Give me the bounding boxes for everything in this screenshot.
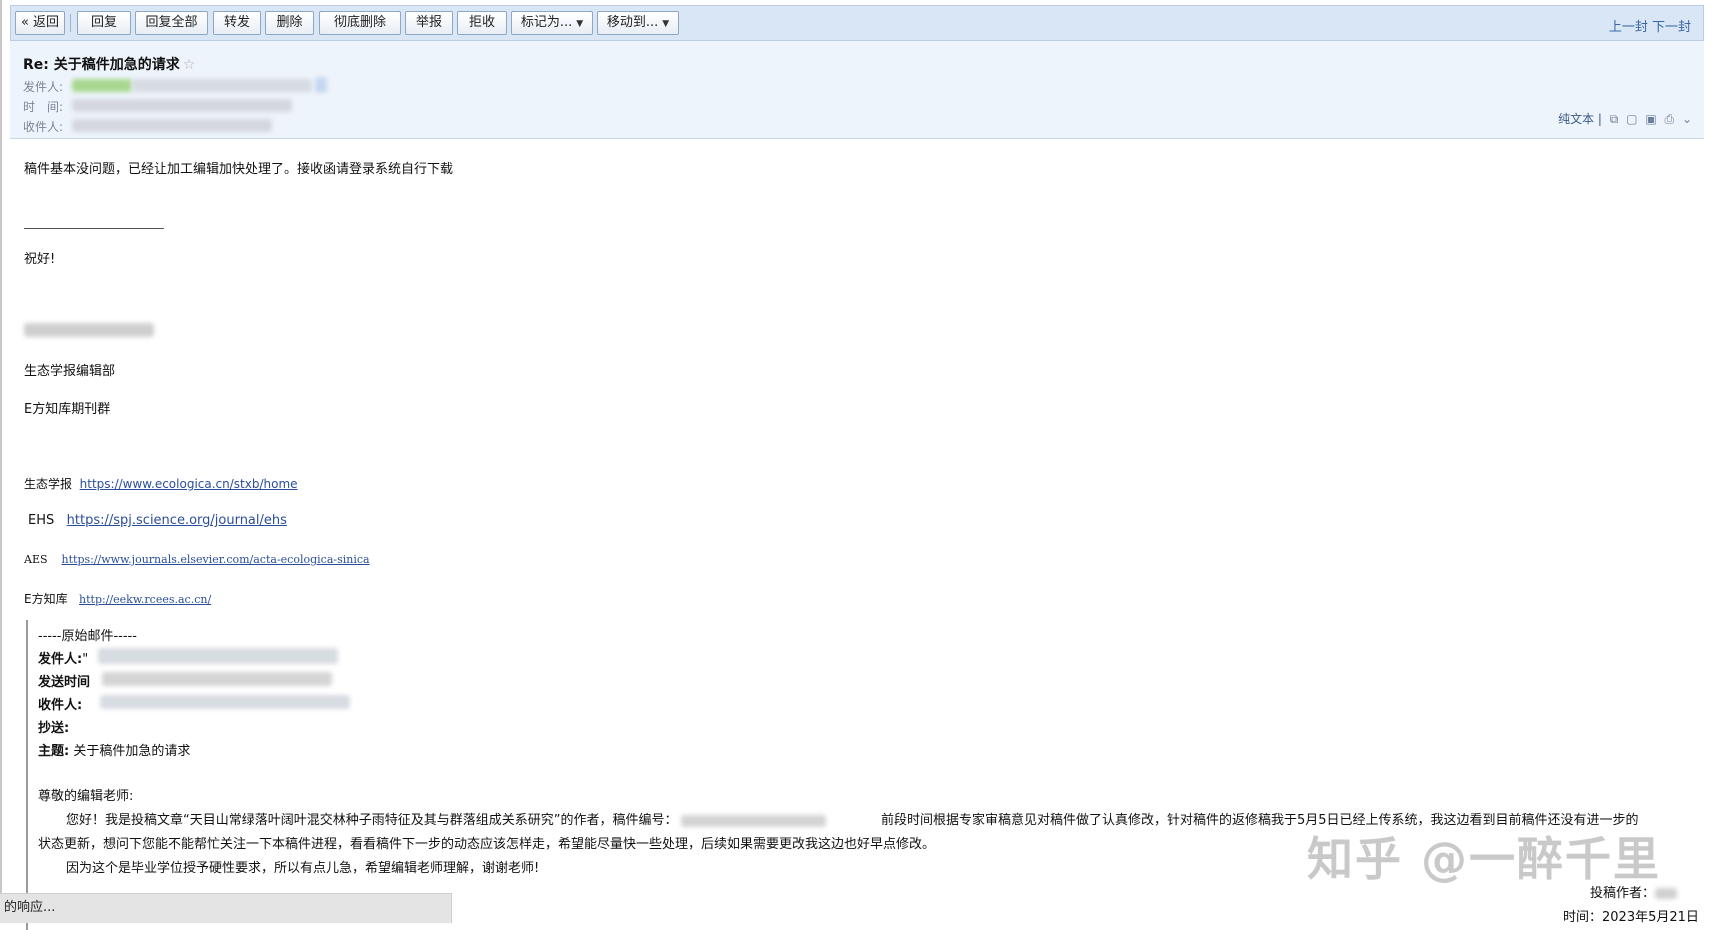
prev-mail-link[interactable]: 上一封	[1609, 20, 1648, 35]
mail-subject: Re: 关于稿件加急的请求 ☆	[23, 54, 195, 74]
to-label: 收件人:	[23, 120, 64, 134]
journal-link[interactable]: https://www.journals.elsevier.com/acta-e…	[62, 553, 370, 566]
quote-time: 时间：2023年5月21日	[1563, 910, 1699, 925]
reject-button[interactable]: 拒收	[457, 11, 507, 35]
quote-to: 收件人:	[38, 694, 82, 713]
star-icon[interactable]: ☆	[183, 57, 196, 73]
forward-button[interactable]: 转发	[213, 11, 261, 35]
greeting: 祝好!	[24, 252, 56, 267]
quote-to-label: 收件人:	[38, 698, 83, 713]
view-tools: 纯文本 | ⧉ ▢ ▣ ⎙ ⌄	[1558, 112, 1692, 126]
link-row: AES https://www.journals.elsevier.com/ac…	[24, 553, 370, 566]
manuscript-id-redacted	[681, 814, 827, 827]
link-label: EHS	[28, 513, 55, 528]
zhihu-watermark: 知乎 @一醉千里	[1307, 832, 1662, 886]
signature-name-redacted	[24, 323, 154, 337]
reply-button[interactable]: 回复	[77, 11, 131, 35]
popout-icon[interactable]: ⧉	[1610, 112, 1619, 126]
move-to-label: 移动到...	[606, 15, 659, 30]
recipient-redacted	[72, 119, 272, 132]
mail-nav: 上一封 下一封	[1609, 16, 1691, 35]
expand-icon[interactable]: ⌄	[1682, 112, 1692, 126]
signature-divider	[24, 228, 164, 229]
quote-para1-line1: 您好！我是投稿文章“天目山常绿落叶阔叶混交林种子雨特征及其与群落组成关系研究”的…	[66, 809, 830, 828]
link-row: 生态学报 https://www.ecologica.cn/stxb/home	[24, 475, 298, 492]
link-row: EHS https://spj.science.org/journal/ehs	[28, 513, 287, 528]
quote-from-label: 发件人:	[38, 652, 83, 667]
journal-link[interactable]: https://spj.science.org/journal/ehs	[67, 513, 287, 528]
quote-sent-label: 发送时间	[38, 675, 91, 690]
link-row: E方知库 http://eekw.rcees.ac.cn/	[24, 590, 211, 607]
toolbar-separator	[70, 14, 71, 32]
quote-title: -----原始邮件-----	[38, 629, 137, 644]
toolbar: « 返回 回复 回复全部 转发 删除 彻底删除 举报 拒收 标记为... ▼ 移动…	[10, 5, 1704, 41]
subject-text: Re: 关于稿件加急的请求	[23, 57, 180, 73]
chevron-down-icon: ▼	[662, 19, 670, 29]
quote-sent: 发送时间	[38, 671, 90, 690]
print-preview-icon[interactable]: ▣	[1645, 112, 1656, 126]
link-label: AES	[24, 553, 48, 566]
journal-link[interactable]: https://www.ecologica.cn/stxb/home	[80, 477, 298, 491]
sender-avatar-redacted	[72, 79, 132, 92]
window-left-edge	[0, 0, 2, 923]
move-to-dropdown[interactable]: 移动到... ▼	[597, 11, 679, 35]
reply-all-button[interactable]: 回复全部	[135, 11, 208, 35]
from-label: 发件人:	[23, 80, 64, 94]
dept-name: 生态学报编辑部	[24, 364, 116, 379]
link-label: E方知库	[24, 592, 68, 606]
print-icon[interactable]: ⎙	[1665, 112, 1675, 126]
sender-redacted	[132, 79, 312, 92]
time-label: 时 间:	[23, 100, 64, 114]
back-button[interactable]: « 返回	[15, 11, 65, 35]
mail-header: Re: 关于稿件加急的请求 ☆ 发件人: 时 间: 收件人: 纯文本 | ⧉ ▢ …	[10, 41, 1704, 139]
author-redacted	[1655, 888, 1678, 899]
link-label: 生态学报	[24, 477, 73, 491]
delete-permanently-button[interactable]: 彻底删除	[319, 11, 401, 35]
quote-subject: 主题: 关于稿件加急的请求	[38, 740, 190, 759]
next-mail-link[interactable]: 下一封	[1652, 20, 1691, 35]
quote-sent-redacted	[102, 672, 332, 686]
quote-from-value: "	[82, 652, 89, 667]
report-button[interactable]: 举报	[405, 11, 453, 35]
quote-from-redacted	[98, 648, 338, 664]
delete-button[interactable]: 删除	[265, 11, 314, 35]
quote-para2: 因为这个是毕业学位授予硬性要求，所以有点儿急，希望编辑老师理解，谢谢老师!	[66, 861, 540, 876]
time-redacted	[72, 99, 292, 112]
quote-salutation: 尊敬的编辑老师:	[38, 789, 134, 804]
quote-para1-start: 您好！我是投稿文章“天目山常绿落叶阔叶混交林种子雨特征及其与群落组成关系研究”的…	[66, 813, 678, 828]
group-name: E方知库期刊群	[24, 402, 111, 417]
status-bar: 的响应...	[0, 893, 452, 923]
quote-from: 发件人:"	[38, 648, 88, 667]
mark-as-label: 标记为...	[520, 15, 573, 30]
journal-link[interactable]: http://eekw.rcees.ac.cn/	[79, 593, 211, 606]
quote-subject-value: 关于稿件加急的请求	[73, 744, 191, 759]
mail-view: « 返回 回复 回复全部 转发 删除 彻底删除 举报 拒收 标记为... ▼ 移动…	[10, 0, 1704, 930]
quote-subject-label: 主题:	[38, 744, 70, 759]
quote-to-redacted	[100, 695, 350, 709]
reply-text: 稿件基本没问题，已经让加工编辑加快处理了。接收函请登录系统自行下载	[24, 162, 454, 177]
plain-text-link[interactable]: 纯文本	[1558, 112, 1594, 126]
mark-as-dropdown[interactable]: 标记为... ▼	[511, 11, 593, 35]
quote-cc-label: 抄送:	[38, 721, 70, 736]
sender-redacted-tail	[315, 77, 327, 93]
window-icon[interactable]: ▢	[1626, 112, 1637, 126]
chevron-down-icon: ▼	[576, 19, 584, 29]
quote-cc: 抄送:	[38, 717, 69, 736]
quote-para1-line2: 状态更新，想问下您能不能帮忙关注一下本稿件进程，看看稿件下一步的动态应该怎样走，…	[38, 837, 936, 852]
